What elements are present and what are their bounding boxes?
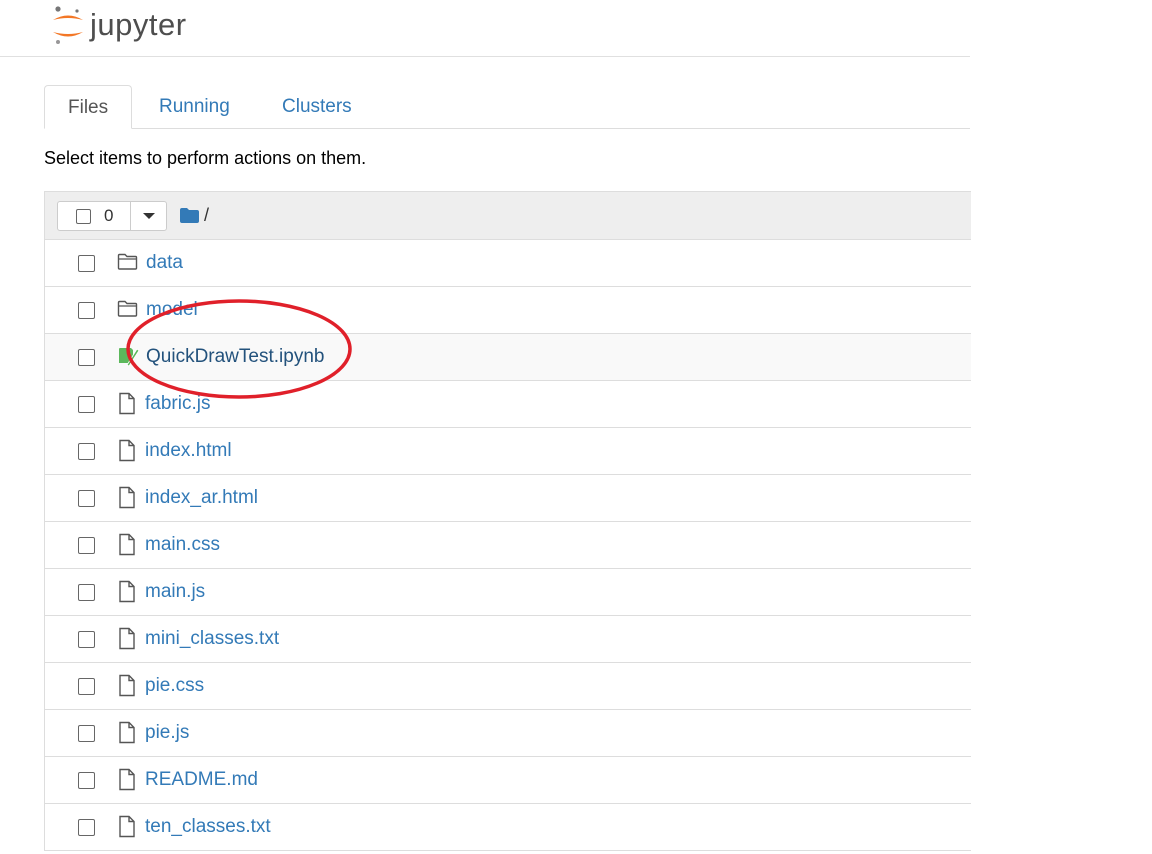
list-item[interactable]: QuickDrawTest.ipynb [45, 334, 971, 381]
file-icon [119, 580, 135, 603]
header-bar: jupyter [0, 0, 970, 57]
caret-down-icon [142, 213, 155, 219]
file-icon [119, 674, 135, 697]
list-item[interactable]: pie.js [45, 710, 971, 757]
list-item[interactable]: index.html [45, 428, 971, 475]
list-item[interactable]: pie.css [45, 663, 971, 710]
row-checkbox[interactable] [78, 490, 95, 507]
row-checkbox[interactable] [78, 584, 95, 601]
file-icon [119, 392, 135, 415]
jupyter-logo-icon [53, 6, 83, 44]
select-all-button[interactable]: 0 [58, 202, 131, 230]
item-link[interactable]: README.md [145, 769, 258, 791]
tab-clusters[interactable]: Clusters [259, 85, 375, 128]
file-icon [119, 768, 135, 791]
tab-bar: Files Running Clusters [44, 85, 970, 129]
item-link[interactable]: main.css [145, 534, 220, 556]
item-link[interactable]: mini_classes.txt [145, 628, 279, 650]
file-icon [119, 439, 135, 462]
breadcrumb[interactable]: / [180, 205, 209, 226]
file-icon [119, 627, 135, 650]
item-link[interactable]: index_ar.html [145, 487, 258, 509]
row-checkbox[interactable] [78, 772, 95, 789]
selection-hint: Select items to perform actions on them. [44, 148, 367, 168]
selected-count: 0 [104, 206, 114, 225]
item-link[interactable]: pie.css [145, 675, 204, 697]
breadcrumb-root[interactable]: / [204, 205, 209, 226]
item-link[interactable]: main.js [145, 581, 205, 603]
file-icon [119, 533, 135, 556]
row-checkbox[interactable] [78, 443, 95, 460]
list-item[interactable]: ten_classes.txt [45, 804, 971, 851]
row-checkbox[interactable] [78, 631, 95, 648]
list-item[interactable]: mini_classes.txt [45, 616, 971, 663]
tab-files[interactable]: Files [44, 85, 133, 129]
list-item[interactable]: fabric.js [45, 381, 971, 428]
folder-icon [180, 208, 199, 223]
file-icon [119, 486, 135, 509]
item-link[interactable]: QuickDrawTest.ipynb [146, 346, 324, 368]
item-link[interactable]: ten_classes.txt [145, 816, 271, 838]
notebook-icon [119, 348, 139, 367]
item-link[interactable]: model [146, 299, 198, 321]
row-checkbox[interactable] [78, 396, 95, 413]
row-checkbox[interactable] [78, 725, 95, 742]
row-checkbox[interactable] [78, 302, 95, 319]
row-checkbox[interactable] [78, 255, 95, 272]
row-checkbox[interactable] [78, 678, 95, 695]
tab-running[interactable]: Running [136, 85, 253, 128]
file-list: 0 / data model QuickDrawTest.ipynb fabri… [44, 191, 971, 851]
list-item[interactable]: index_ar.html [45, 475, 971, 522]
list-item[interactable]: main.js [45, 569, 971, 616]
list-toolbar: 0 / [45, 192, 971, 240]
jupyter-logo[interactable]: jupyter [50, 4, 187, 46]
list-item[interactable]: README.md [45, 757, 971, 804]
row-checkbox[interactable] [78, 819, 95, 836]
file-icon [119, 815, 135, 838]
item-link[interactable]: index.html [145, 440, 232, 462]
item-link[interactable]: fabric.js [145, 393, 210, 415]
item-link[interactable]: data [146, 252, 183, 274]
folder-icon [117, 300, 138, 317]
file-icon [119, 721, 135, 744]
list-item[interactable]: data [45, 240, 971, 287]
row-checkbox[interactable] [78, 537, 95, 554]
folder-icon [117, 253, 138, 270]
list-item[interactable]: main.css [45, 522, 971, 569]
item-link[interactable]: pie.js [145, 722, 189, 744]
logo-text: jupyter [90, 7, 187, 42]
select-dropdown-button[interactable] [131, 202, 166, 230]
select-all-checkbox[interactable] [76, 208, 91, 224]
select-all-group: 0 [57, 201, 167, 231]
row-checkbox[interactable] [78, 349, 95, 366]
list-item[interactable]: model [45, 287, 971, 334]
